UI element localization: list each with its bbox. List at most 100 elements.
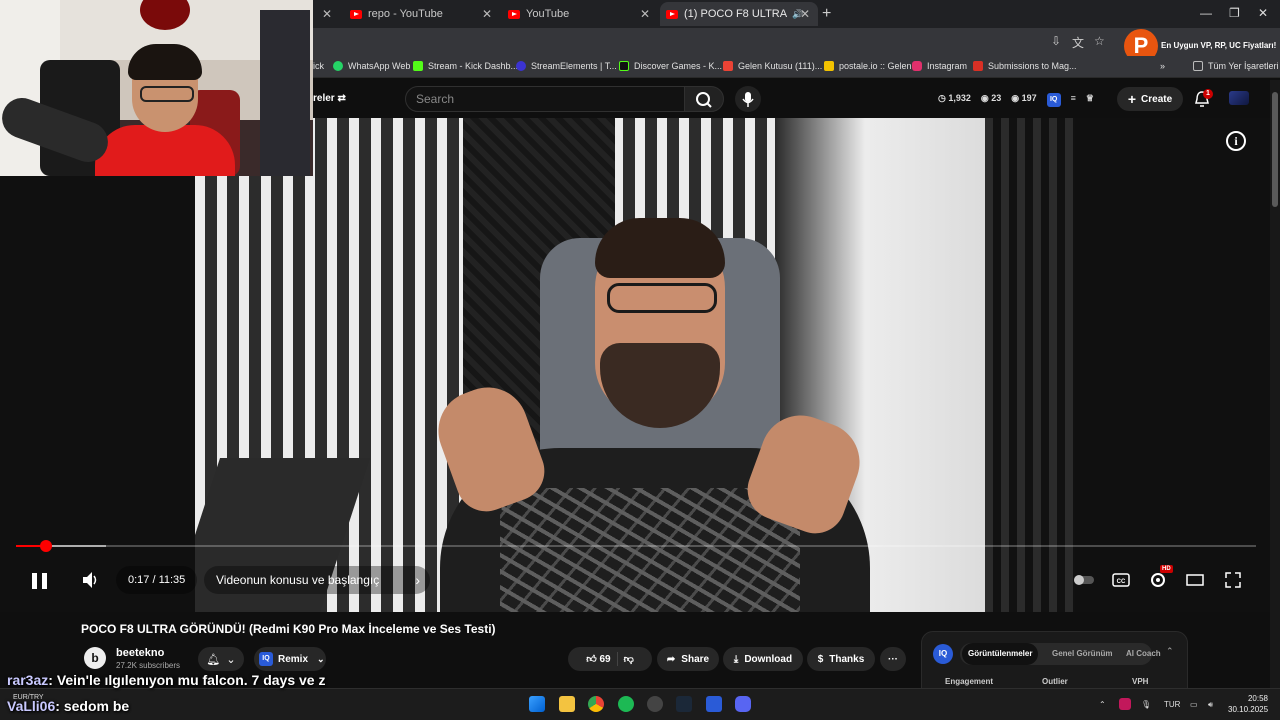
bookmark-star-icon[interactable]: ☆ xyxy=(1094,34,1105,48)
video-scene-presenter-glasses xyxy=(607,283,717,313)
thanks-button[interactable]: $ Thanks xyxy=(807,647,875,671)
download-button[interactable]: ⤓ Download xyxy=(723,647,803,671)
tab-overview[interactable]: Genel Görünüm xyxy=(1046,643,1118,665)
start-button-icon[interactable] xyxy=(529,696,545,712)
tray-app-icon[interactable] xyxy=(1119,698,1131,710)
like-count: 69 xyxy=(599,654,611,665)
remix-button[interactable]: IQ Remix ⌄ xyxy=(254,647,326,671)
info-icon[interactable]: i xyxy=(1226,131,1246,151)
thumbs-down-icon[interactable]: 👎︎ xyxy=(624,653,634,665)
voice-search-button[interactable] xyxy=(735,86,761,112)
streamer-webcam-overlay xyxy=(0,0,313,176)
new-tab-button[interactable]: + xyxy=(822,5,831,23)
submissions-icon xyxy=(973,61,983,71)
trophy-icon[interactable]: ♕ xyxy=(1086,93,1094,107)
volume-icon xyxy=(83,572,97,588)
close-icon[interactable]: ✕ xyxy=(800,7,810,21)
views-stat: ◉ 23 xyxy=(980,93,1002,103)
search-input[interactable]: Search xyxy=(405,86,685,112)
settings-button[interactable] xyxy=(1148,570,1168,590)
column-vph: VPH xyxy=(1132,677,1149,686)
minimize-button[interactable]: — xyxy=(1200,6,1212,20)
speaker-icon[interactable]: 🔊︎ xyxy=(1208,700,1213,710)
microphone-icon[interactable]: 🎙︎ xyxy=(1141,700,1151,709)
instagram-icon xyxy=(912,61,922,71)
spotify-icon[interactable] xyxy=(618,696,634,712)
video-frame[interactable] xyxy=(195,118,1075,612)
close-icon[interactable]: ✕ xyxy=(640,7,650,21)
window-close-button[interactable]: ✕ xyxy=(1258,6,1268,20)
filters-button[interactable]: reler ⇄ xyxy=(313,93,346,104)
hd-badge: HD xyxy=(1160,565,1173,573)
tab-repo-youtube[interactable]: repo - YouTube ✕ xyxy=(344,2,500,26)
volume-button[interactable] xyxy=(80,566,100,594)
subscription-bell-button[interactable]: 🔔︎ ⌄ xyxy=(198,647,244,671)
pause-button[interactable] xyxy=(32,566,48,594)
search-icon xyxy=(696,92,712,108)
bookmark-item[interactable]: postale.io :: Gelen xyxy=(824,61,912,71)
tab-active-video[interactable]: (1) POCO F8 ULTRA GÖRÜN 🔊 ✕ xyxy=(660,2,818,26)
install-app-icon[interactable]: ⇩ xyxy=(1051,34,1061,48)
chapter-button[interactable]: Videonun konusu ve başlangıç › xyxy=(204,566,430,594)
list-icon[interactable]: ≡ xyxy=(1071,93,1076,107)
language-indicator[interactable]: TUR xyxy=(1164,700,1180,709)
bookmark-item[interactable]: Discover Games - K... xyxy=(619,61,722,71)
app-icon[interactable] xyxy=(706,696,722,712)
channel-name[interactable]: beetekno xyxy=(116,647,164,659)
bookmark-item[interactable]: Stream - Kick Dashb... xyxy=(413,61,518,71)
chrome-icon[interactable] xyxy=(588,696,604,712)
more-actions-button[interactable]: ··· xyxy=(880,647,906,671)
close-icon[interactable]: ✕ xyxy=(482,7,492,21)
bookmark-item[interactable]: Gelen Kutusu (111)... xyxy=(723,61,822,71)
thanks-icon: $ xyxy=(817,653,824,665)
iq-extension-icon[interactable]: IQ xyxy=(1046,93,1061,107)
bookmarks-overflow-icon[interactable]: » xyxy=(1160,61,1165,71)
like-dislike-group: 👍︎ 69 👎︎ xyxy=(568,647,652,671)
scrollbar-thumb[interactable] xyxy=(1272,92,1278,207)
closed-captions-icon: CC xyxy=(1112,573,1130,587)
progress-scrubber-handle[interactable] xyxy=(40,540,52,552)
share-button[interactable]: ➦ Share xyxy=(657,647,719,671)
file-explorer-icon[interactable] xyxy=(559,696,575,712)
bookmark-item[interactable]: Submissions to Mag... xyxy=(973,61,1077,71)
tab-close-partial[interactable]: ✕ xyxy=(316,2,336,26)
thanks-label: Thanks xyxy=(829,653,865,665)
theater-mode-button[interactable] xyxy=(1185,570,1205,590)
steam-icon[interactable] xyxy=(676,696,692,712)
translate-icon[interactable]: 文 xyxy=(1072,34,1084,51)
like-button[interactable]: 👍︎ 69 xyxy=(586,653,610,665)
autoplay-toggle[interactable] xyxy=(1073,570,1094,590)
bookmark-label: Gelen Kutusu (111)... xyxy=(738,61,823,71)
search-button[interactable] xyxy=(684,86,724,112)
stat-value: 23 xyxy=(991,93,1002,103)
bookmark-item[interactable]: WhatsApp Web xyxy=(333,61,410,71)
bookmark-item[interactable]: StreamElements | T... xyxy=(516,61,617,71)
share-icon: ➦ xyxy=(666,653,676,665)
chevron-up-icon[interactable]: ⌃ xyxy=(1166,646,1174,657)
account-avatar[interactable] xyxy=(1229,91,1249,105)
tab-views[interactable]: Görüntülenmeler xyxy=(962,643,1039,665)
tab-youtube[interactable]: YouTube ✕ xyxy=(502,2,658,26)
download-icon: ⤓ xyxy=(733,653,739,665)
microphone-icon xyxy=(742,92,754,107)
video-player[interactable]: i 0:17 / 11:35 Videonun konusu ve başlan… xyxy=(0,118,1270,612)
bookmark-item[interactable]: Instagram xyxy=(912,61,967,71)
progress-bar[interactable] xyxy=(16,545,1256,547)
subtitles-button[interactable]: CC xyxy=(1111,570,1131,590)
bookmark-folder-all[interactable]: Tüm Yer İşaretleri xyxy=(1193,61,1279,71)
system-clock[interactable]: 20:58 30.10.2025 xyxy=(1228,693,1268,715)
display-icon[interactable]: ▭ xyxy=(1190,700,1198,709)
download-label: Download xyxy=(744,653,793,665)
obs-icon[interactable] xyxy=(647,696,663,712)
chevron-up-icon[interactable]: ⌃ xyxy=(1099,700,1106,709)
channel-avatar[interactable]: b xyxy=(84,647,106,669)
chat-message: VaLli06: sedom be xyxy=(7,698,129,714)
fullscreen-button[interactable] xyxy=(1223,570,1243,590)
create-button[interactable]: + Create xyxy=(1117,87,1183,111)
bookmark-label: postale.io :: Gelen xyxy=(839,61,912,71)
discord-icon[interactable] xyxy=(735,696,751,712)
maximize-button[interactable]: ❐ xyxy=(1229,6,1240,20)
bookmark-item[interactable]: ick xyxy=(313,61,324,71)
tab-ai-coach[interactable]: AI Coach xyxy=(1120,643,1167,665)
chevron-down-icon: ⌄ xyxy=(317,653,325,664)
